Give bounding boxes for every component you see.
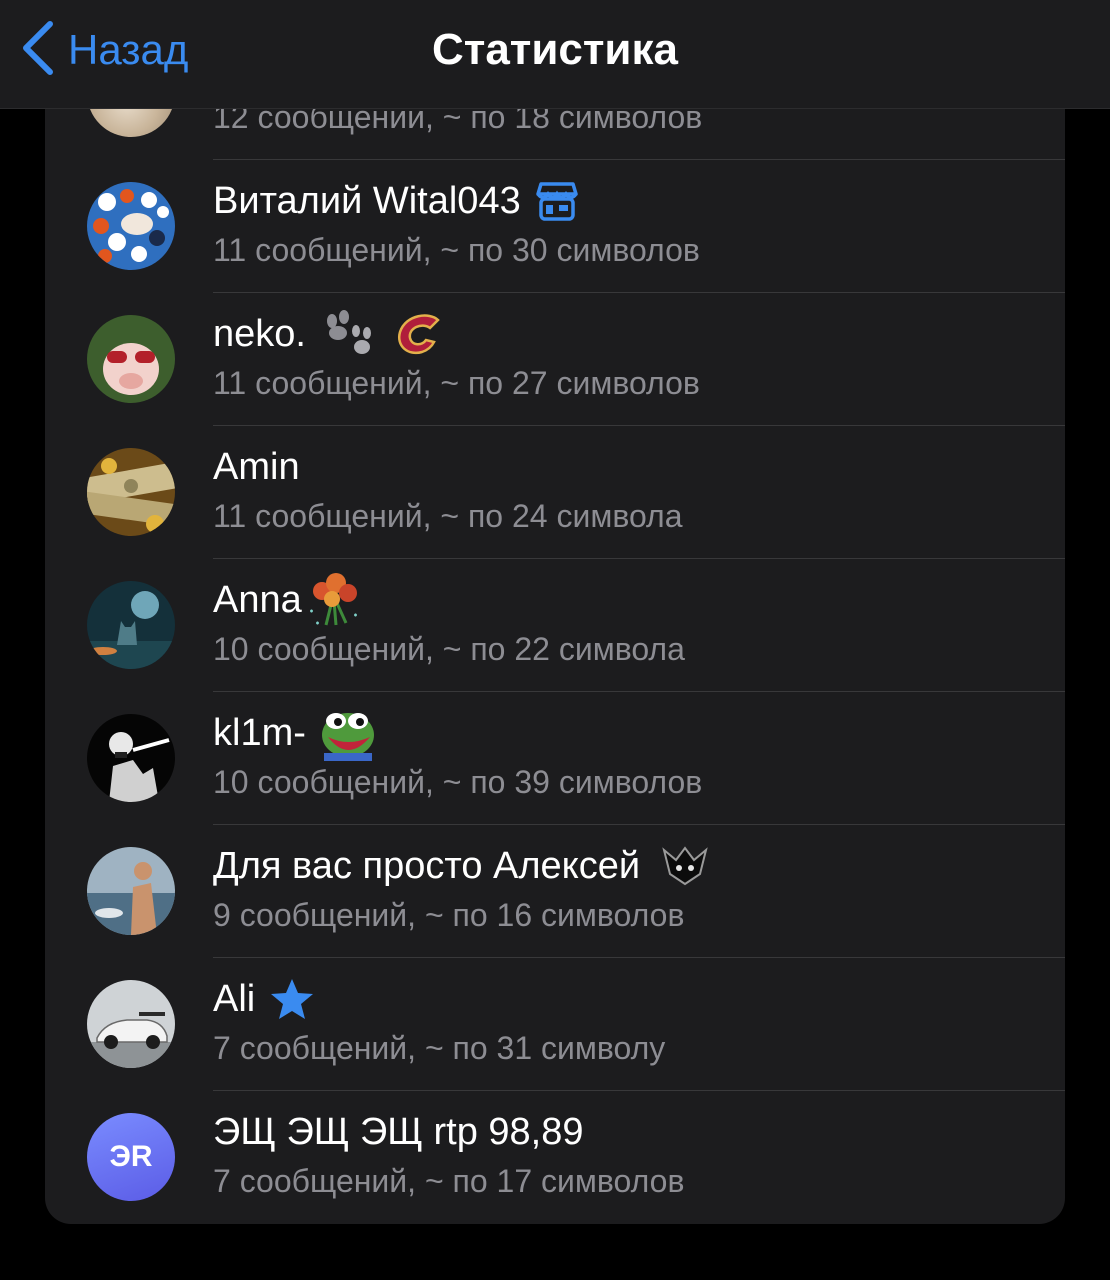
list-item[interactable]: neko. 11 сообщений, ~ по 27 символов: [45, 293, 1065, 426]
member-stats: 7 сообщений, ~ по 31 символу: [213, 1030, 666, 1066]
page-title: Статистика: [432, 25, 678, 74]
avatar: [87, 182, 175, 270]
member-name: Для вас просто Алексей: [213, 844, 641, 887]
member-name: Anna: [213, 578, 302, 621]
member-name: ЭЩ ЭЩ ЭЩ rtp 98,89: [213, 1110, 584, 1153]
team-logo-icon: [392, 310, 448, 358]
member-stats: 11 сообщений, ~ по 24 символа: [213, 498, 683, 534]
dark-crest-icon: [660, 844, 710, 888]
list-item[interactable]: Amin 11 сообщений, ~ по 24 символа: [45, 426, 1065, 559]
member-name: Ali: [213, 977, 256, 1020]
avatar: [87, 847, 175, 935]
member-stats: 10 сообщений, ~ по 22 символа: [213, 631, 685, 667]
list-item[interactable]: ЭR ЭЩ ЭЩ ЭЩ rtp 98,89 7 сообщений, ~ по …: [45, 1091, 1065, 1224]
member-name: Amin: [213, 445, 300, 488]
member-stats: 11 сообщений, ~ по 27 символов: [213, 365, 700, 401]
member-name: neko.: [213, 312, 306, 355]
list-item[interactable]: kl1m- 10 сообщений, ~ по 39 символов: [45, 692, 1065, 825]
avatar: [87, 714, 175, 802]
avatar: ЭR: [87, 1113, 175, 1201]
list-item[interactable]: Виталий Wital043 11 сообщений, ~ по 30 с…: [45, 160, 1065, 293]
list-item[interactable]: Ali 7 сообщений, ~ по 31 символу: [45, 958, 1065, 1091]
avatar: [87, 315, 175, 403]
paw-icon: [320, 309, 378, 359]
member-stats: 7 сообщений, ~ по 17 символов: [213, 1163, 685, 1199]
member-stats: 10 сообщений, ~ по 39 символов: [213, 764, 703, 800]
navigation-bar: Назад Статистика: [0, 0, 1110, 109]
star-badge-icon: [269, 977, 315, 1021]
list-item[interactable]: Anna 10 сообщений, ~ по 22 символа: [45, 559, 1065, 692]
member-stats: 11 сообщений, ~ по 30 символов: [213, 232, 700, 268]
member-stats: 9 сообщений, ~ по 16 символов: [213, 897, 685, 933]
avatar: [87, 980, 175, 1068]
list-item[interactable]: Для вас просто Алексей 9 сообщений, ~ по…: [45, 825, 1065, 958]
avatar: [87, 448, 175, 536]
avatar: [87, 581, 175, 669]
member-name: Виталий Wital043: [213, 179, 521, 222]
members-stats-card: 12 сообщений, ~ по 18 символов Виталий W…: [45, 62, 1065, 1224]
member-name: kl1m-: [213, 711, 306, 754]
frog-icon: [320, 705, 376, 761]
shop-icon: [535, 180, 579, 222]
flowers-icon: [302, 571, 366, 629]
